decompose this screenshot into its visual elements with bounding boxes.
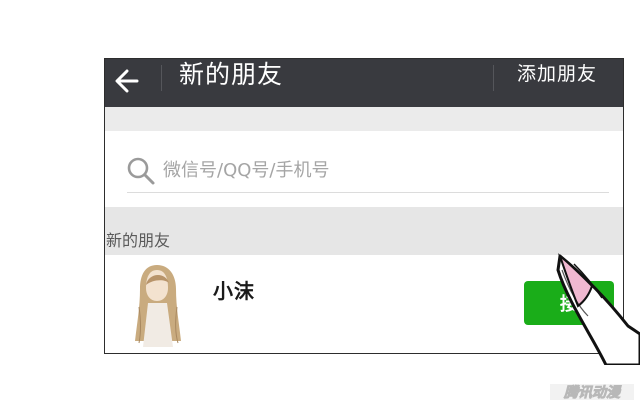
search-input[interactable]	[163, 155, 463, 185]
action-separator	[493, 65, 494, 91]
svg-text:腾讯动漫: 腾讯动漫	[563, 384, 622, 401]
spacer-band	[105, 107, 623, 131]
section-label: 新的朋友	[106, 231, 171, 250]
friend-request-row[interactable]: 小沫 接	[105, 255, 623, 353]
search-underline	[127, 192, 609, 193]
top-bar: 新的朋友 添加朋友	[105, 59, 623, 107]
section-header: 新的朋友	[105, 207, 623, 255]
search-bar	[105, 131, 623, 207]
avatar	[135, 265, 181, 347]
add-friend-button[interactable]: 添加朋友	[517, 62, 597, 86]
title-separator	[161, 65, 162, 91]
page-title: 新的朋友	[179, 60, 284, 89]
back-arrow-icon	[115, 69, 139, 93]
pointing-finger-illustration	[556, 253, 640, 365]
friend-name: 小沫	[213, 279, 255, 303]
watermark-logo: 腾讯动漫	[550, 384, 634, 401]
back-button[interactable]	[105, 59, 149, 103]
search-icon	[127, 157, 155, 185]
phone-screen: 新的朋友 添加朋友 新的朋友 小沫 接	[104, 58, 624, 354]
